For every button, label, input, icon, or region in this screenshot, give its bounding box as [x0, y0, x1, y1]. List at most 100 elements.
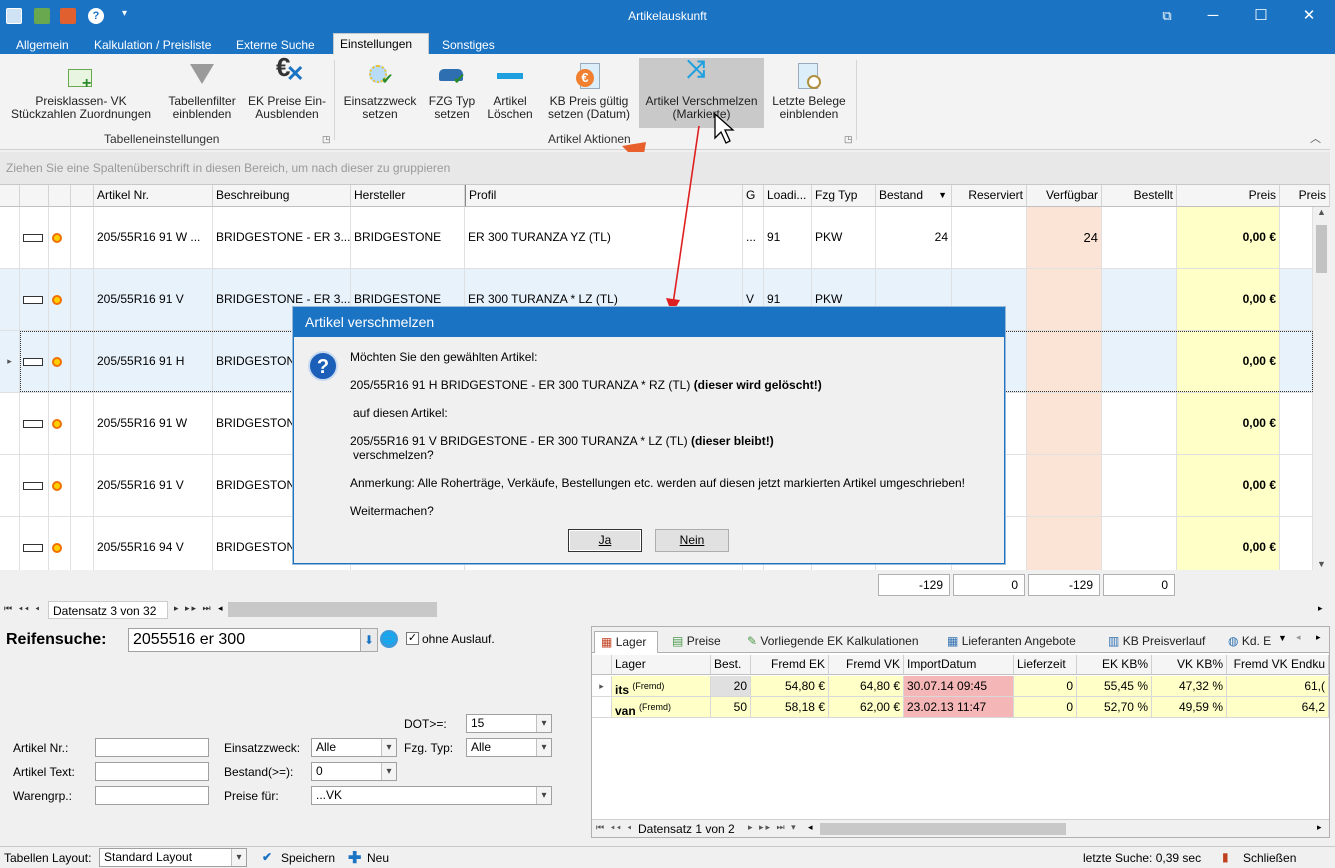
artikel-verschmelzen-button[interactable]: ⤨ Artikel Verschmelzen (Markierte) [639, 58, 764, 128]
status-column-header[interactable] [49, 185, 71, 207]
tab-kalkulation[interactable]: Kalkulation / Preisliste [88, 36, 217, 54]
artikel-loeschen-button[interactable]: Artikel Löschen [484, 58, 536, 128]
row-checkbox-icon[interactable] [23, 233, 43, 242]
column-header-reserviert[interactable]: Reserviert [952, 185, 1027, 207]
fzg-typ-button[interactable]: ✔ FZG Typ setzen [424, 58, 480, 128]
close-window-button[interactable]: ✕ [1286, 0, 1332, 32]
globe-icon[interactable]: 🌐 [380, 630, 398, 648]
collapse-ribbon-icon[interactable]: ︿ [1310, 130, 1321, 146]
tab-sonstiges[interactable]: Sonstiges [436, 36, 501, 54]
tab-kb-preisverlauf[interactable]: ▥ KB Preisverlauf [1108, 631, 1205, 653]
column-header-beschreibung[interactable]: Beschreibung [213, 185, 351, 207]
column-header-preis-2[interactable]: Preis [1280, 185, 1330, 207]
empty-column-header[interactable] [71, 185, 94, 207]
tabellen-layout-select[interactable]: Standard Layout [99, 848, 247, 867]
lager-scroll-thumb[interactable] [820, 823, 1066, 835]
scroll-thumb[interactable] [1316, 225, 1327, 273]
speichern-button[interactable]: Speichern [281, 851, 335, 865]
artikel-text-input[interactable] [95, 762, 209, 781]
ja-button[interactable]: Ja [568, 529, 642, 552]
lager-nav-next-last-icons[interactable]: ▸ ▸▸ ⏭ ▾ [748, 822, 798, 833]
column-header-bestellt[interactable]: Bestellt [1102, 185, 1177, 207]
column-header-artikel-nr[interactable]: Artikel Nr. [94, 185, 213, 207]
nav-first-prev-icons[interactable]: ⏮ ◂◂ ◂ [4, 603, 41, 614]
reifensuche-input[interactable]: 2055516 er 300 [128, 628, 362, 652]
fzg-typ-select[interactable]: Alle [466, 738, 552, 757]
scroll-up-icon[interactable]: ▲ [1313, 207, 1330, 217]
tab-scroll-right-icon[interactable]: ▸ [1316, 632, 1321, 643]
column-header-verfuegbar[interactable]: Verfügbar [1027, 185, 1102, 207]
lager-scroll-right-icon[interactable]: ▸ [1317, 822, 1322, 833]
restore-ribbon-icon[interactable]: ⧉ [1144, 0, 1190, 32]
sum-reserviert: 0 [953, 574, 1025, 596]
ohne-auslauf-checkbox[interactable]: ✓ [406, 632, 419, 645]
scroll-left-icon[interactable]: ◂ [218, 603, 223, 614]
lager-header-fremd-vk[interactable]: Fremd VK [829, 655, 904, 675]
cell-verfuegbar [1027, 269, 1102, 331]
lager-header-best[interactable]: Best. [711, 655, 751, 675]
row-checkbox-icon[interactable] [23, 295, 43, 304]
einsatzzweck-button[interactable]: ✔ Einsatzzweck setzen [340, 58, 420, 128]
lager-nav-first-prev-icons[interactable]: ⏮ ◂◂ ◂ [596, 822, 633, 833]
dialog-merge-question: verschmelzen? [353, 448, 434, 462]
horizontal-scroll-thumb[interactable] [228, 602, 437, 617]
nav-next-last-icons[interactable]: ▸ ▸▸ ⏭ [174, 603, 213, 614]
dialog-target-article: 205/55R16 91 V BRIDGESTONE - ER 300 TURA… [350, 434, 774, 448]
scroll-right-icon[interactable]: ▸ [1318, 603, 1323, 614]
kb-preis-datum-button[interactable]: € KB Preis gültig setzen (Datum) [542, 58, 636, 128]
column-header-bestand[interactable]: Bestand ▼ [876, 185, 952, 207]
lager-header-fremd-ek[interactable]: Fremd EK [751, 655, 829, 675]
preisklassen-button[interactable]: + Preisklassen- VK Stückzahlen Zuordnunge… [6, 58, 156, 128]
letzte-belege-button[interactable]: Letzte Belege einblenden [766, 58, 852, 128]
tab-kd-e[interactable]: ◍ Kd. E [1228, 631, 1271, 653]
einsatzzweck-select[interactable]: Alle [311, 738, 397, 757]
lager-cell-fremd-vk-endku: 64,2 [1227, 697, 1329, 718]
lager-header-lager[interactable]: Lager [612, 655, 711, 675]
schliessen-button[interactable]: Schließen [1243, 851, 1296, 865]
column-header-loadindex[interactable]: Loadi... [764, 185, 812, 207]
column-header-g[interactable]: G [743, 185, 764, 207]
lager-header-importdatum[interactable]: ImportDatum [904, 655, 1014, 675]
lager-scroll-left-icon[interactable]: ◂ [808, 822, 813, 833]
dot-select[interactable]: 15 [466, 714, 552, 733]
lager-header-vk-kb[interactable]: VK KB% [1152, 655, 1227, 675]
checkbox-column-header[interactable] [20, 185, 49, 207]
row-checkbox-icon[interactable] [23, 543, 43, 552]
scroll-down-icon[interactable]: ▼ [1313, 559, 1330, 569]
row-checkbox-icon[interactable] [23, 481, 43, 490]
tab-einstellungen[interactable]: Einstellungen [333, 33, 429, 54]
tab-ek-kalkulationen[interactable]: ✎ Vorliegende EK Kalkulationen [747, 631, 919, 653]
ek-preise-button[interactable]: € ✕ EK Preise Ein- Ausblenden [246, 54, 328, 128]
tab-allgemein[interactable]: Allgemein [10, 36, 75, 54]
dialog-launcher-icon[interactable]: ◳ [322, 134, 331, 145]
bestand-select[interactable]: 0 [311, 762, 397, 781]
search-down-icon[interactable]: ⬇ [360, 628, 378, 652]
tabellenfilter-button[interactable]: Tabellenfilter einblenden [162, 58, 242, 128]
column-header-fzg-typ[interactable]: Fzg Typ [812, 185, 876, 207]
warengrp-input[interactable] [95, 786, 209, 805]
tab-scroll-left-icon[interactable]: ◂ [1296, 632, 1301, 643]
status-sun-icon [52, 294, 62, 305]
question-icon: ? [308, 351, 338, 381]
fzg-typ-label: Fzg. Typ: [404, 741, 454, 755]
neu-button[interactable]: Neu [367, 851, 389, 865]
artikel-nr-input[interactable] [95, 738, 209, 757]
lager-header-fremd-vk-endku[interactable]: Fremd VK Endku [1227, 655, 1329, 675]
dialog-launcher-icon[interactable]: ◳ [844, 134, 853, 145]
column-header-hersteller[interactable]: Hersteller [351, 185, 465, 207]
tab-lager[interactable]: ▦ Lager [594, 631, 658, 653]
tab-dropdown-icon[interactable]: ▼ [1278, 633, 1287, 643]
lager-header-lieferzeit[interactable]: Lieferzeit [1014, 655, 1077, 675]
minimize-button[interactable]: ─ [1190, 0, 1236, 32]
column-header-preis[interactable]: Preis [1177, 185, 1280, 207]
tab-lieferanten-angebote[interactable]: ▦ Lieferanten Angebote [947, 631, 1076, 653]
maximize-button[interactable]: ☐ [1238, 0, 1284, 32]
cell-preis: 0,00 € [1177, 331, 1280, 393]
nein-button[interactable]: Nein [655, 529, 729, 552]
lager-header-ek-kb[interactable]: EK KB% [1077, 655, 1152, 675]
row-checkbox-icon[interactable] [23, 357, 43, 366]
tab-preise[interactable]: ▤ Preise [672, 631, 721, 653]
row-checkbox-icon[interactable] [23, 419, 43, 428]
grid-vertical-scrollbar[interactable]: ▲ ▼ [1313, 207, 1330, 570]
preise-fuer-select[interactable]: ...VK [311, 786, 552, 805]
